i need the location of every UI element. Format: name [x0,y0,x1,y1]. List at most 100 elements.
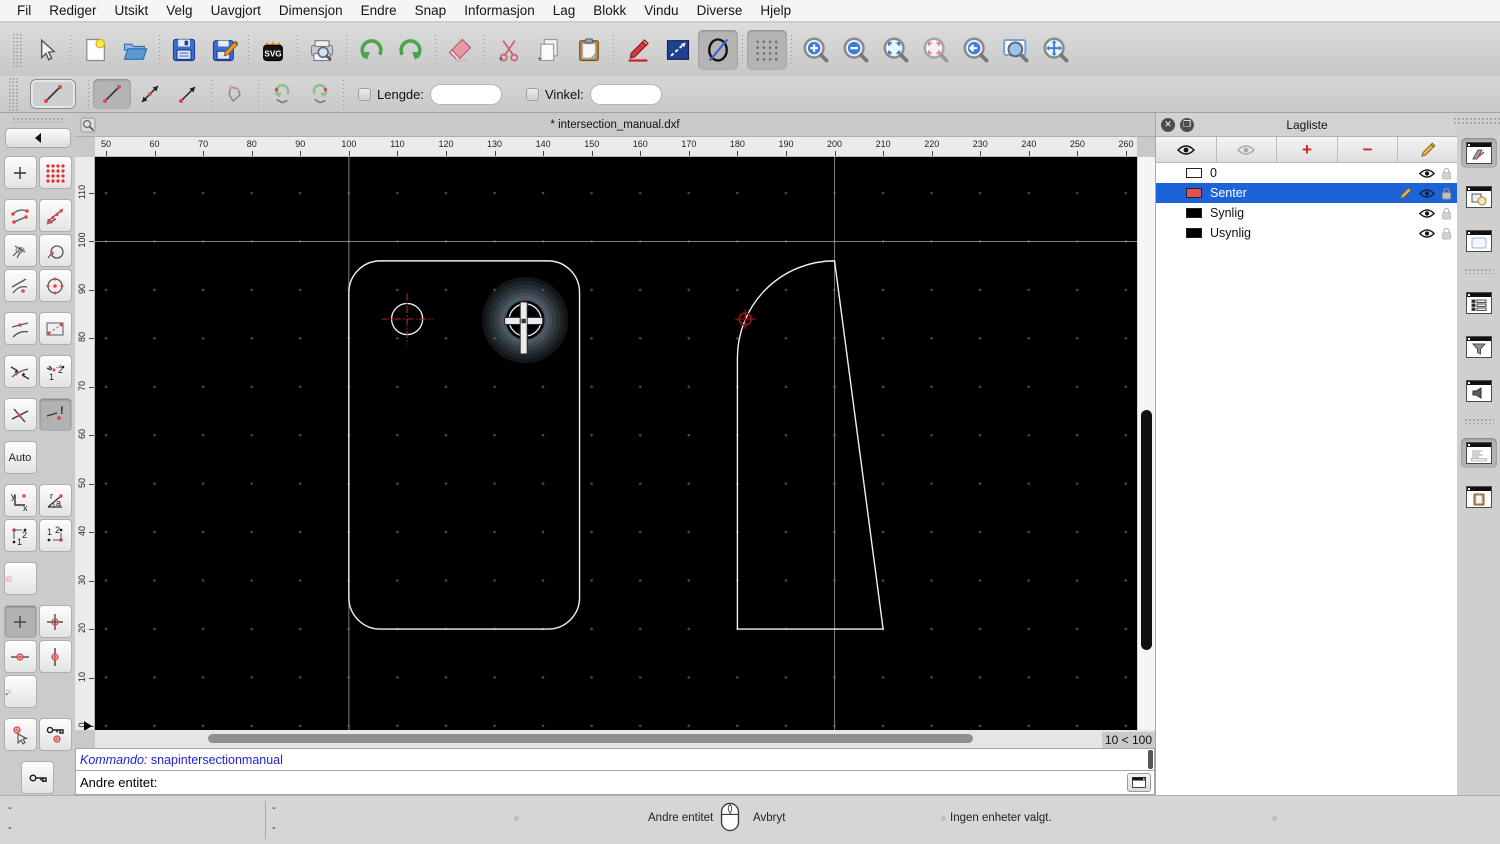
draft-mode-button[interactable] [698,29,738,70]
vertical-scrollbar[interactable] [1137,157,1155,730]
length-checkbox[interactable] [358,87,371,101]
select-pointer-button[interactable] [26,30,66,70]
menu-diverse[interactable]: Diverse [688,3,752,18]
blank-panel-button[interactable] [1461,226,1497,256]
save-as-button[interactable] [204,30,244,70]
sidebar-drag-handle[interactable] [11,117,64,124]
grid-toggle-button[interactable] [747,29,787,70]
lock-icon[interactable] [1441,207,1452,220]
line-arrow-button[interactable] [169,79,207,109]
delete-button[interactable] [440,30,480,70]
snap-free-button[interactable] [3,156,37,189]
layer-row-usynlig[interactable]: Usynlig [1156,223,1458,243]
snap-intersection-manual-button[interactable]: ! [38,398,72,431]
panel-close-icon[interactable]: ✕ [1161,117,1175,132]
restrict-vertical-button[interactable] [38,640,72,673]
filter-panel-button[interactable] [1461,332,1497,362]
menu-vindu[interactable]: Vindu [635,3,687,18]
snap-intersection-2-button[interactable]: 12 [38,355,72,388]
redo-segment-button[interactable] [301,79,339,109]
distance-point-2-button[interactable]: 12 [38,519,72,552]
eye-icon[interactable] [1419,168,1435,179]
horizontal-scrollbar-thumb[interactable] [208,734,973,743]
clipboard-panel-button[interactable] [1461,482,1497,512]
menu-velg[interactable]: Velg [157,3,201,18]
auto-snap-button[interactable]: Auto [3,441,37,474]
svg-export-button[interactable]: SVG [253,30,293,70]
menu-fil[interactable]: Fil [8,3,40,18]
new-document-button[interactable] [75,30,115,70]
line-double-arrow-button[interactable] [131,79,169,109]
shapes-panel-button[interactable] [1461,182,1497,212]
edit-layer-button[interactable] [1398,137,1458,162]
menu-utsikt[interactable]: Utsikt [106,3,158,18]
coords-cartesian-button[interactable]: yx [3,484,37,517]
snap-intersection-button[interactable] [3,398,37,431]
pen-attributes-button[interactable] [618,30,658,70]
remove-layer-button[interactable]: − [1338,137,1399,162]
length-input[interactable] [430,83,502,105]
layer-row-synlig[interactable]: Synlig [1156,203,1458,223]
back-button[interactable] [4,128,71,148]
command-history[interactable]: Kommando: snapintersectionmanual [75,748,1155,771]
line-two-points-button[interactable] [93,79,131,109]
angle-checkbox[interactable] [526,87,539,101]
select-window-button[interactable] [658,30,698,70]
snap-nearest-button[interactable] [3,269,37,302]
angle-gauge-button[interactable] [3,675,37,708]
lock-icon[interactable] [1441,227,1452,240]
eye-icon[interactable] [1419,228,1435,239]
horizontal-scrollbar[interactable]: 10 < 100 [95,730,1155,748]
cut-button[interactable]: + [489,30,529,70]
lock-icon[interactable] [1441,187,1452,200]
snap-grid-button[interactable] [38,156,72,189]
vertical-scrollbar-thumb[interactable] [1141,410,1152,650]
coords-polar-button[interactable]: ra [38,484,72,517]
zoom-out-button[interactable] [836,30,876,70]
snap-circle-button[interactable] [38,234,72,267]
undo-button[interactable] [351,30,391,70]
hide-all-layers-button[interactable] [1217,137,1278,162]
save-button[interactable] [164,30,204,70]
restrict-horizontal-button[interactable] [3,640,37,673]
menu-lag[interactable]: Lag [544,3,585,18]
command-input[interactable]: Andre entitet: [75,771,1155,795]
lock-icon[interactable] [1441,167,1452,180]
redo-button[interactable] [391,30,431,70]
copy-button[interactable]: + [529,30,569,70]
snap-tangent-button[interactable] [3,234,37,267]
snap-endpoints-button[interactable] [3,199,37,232]
restrict-nothing-button[interactable] [3,605,37,638]
dock-drag-handle[interactable] [1452,117,1500,124]
undo-segment-button[interactable] [263,79,301,109]
layer-row-senter[interactable]: Senter [1156,183,1458,203]
panel-float-icon[interactable]: ❐ [1180,117,1194,132]
eye-icon[interactable] [1419,188,1435,199]
set-relative-zero-button[interactable] [21,761,54,794]
snap-intersection-1-button[interactable] [3,355,37,388]
zoom-back-button[interactable] [956,30,996,70]
zoom-pan-button[interactable] [1036,30,1076,70]
menu-dimensjon[interactable]: Dimensjon [270,3,352,18]
zoom-auto-button[interactable] [876,30,916,70]
pick-relative-zero-button[interactable] [3,718,37,751]
command-line-panel-button[interactable] [1460,438,1497,468]
toolbar-drag-handle[interactable] [12,32,22,67]
menu-informasjon[interactable]: Informasjon [455,3,544,18]
zoom-in-button[interactable] [796,30,836,70]
restrict-orthogonal-button[interactable] [38,605,72,638]
menu-hjelp[interactable]: Hjelp [751,3,800,18]
print-preview-button[interactable] [302,30,342,70]
eye-icon[interactable] [1419,208,1435,219]
drawing-canvas[interactable] [95,157,1137,730]
command-keycode-toggle-button[interactable] [1127,773,1151,792]
open-file-button[interactable] [115,30,155,70]
snap-on-entity-button[interactable] [38,199,72,232]
library-list-panel-button[interactable] [1461,288,1497,318]
zoom-window-button[interactable] [996,30,1036,70]
menu-endre[interactable]: Endre [352,3,406,18]
layer-row-0[interactable]: 0 [1156,163,1458,183]
show-all-layers-button[interactable] [1156,137,1217,162]
lock-relative-zero-button[interactable] [38,718,72,751]
menu-blokk[interactable]: Blokk [584,3,635,18]
